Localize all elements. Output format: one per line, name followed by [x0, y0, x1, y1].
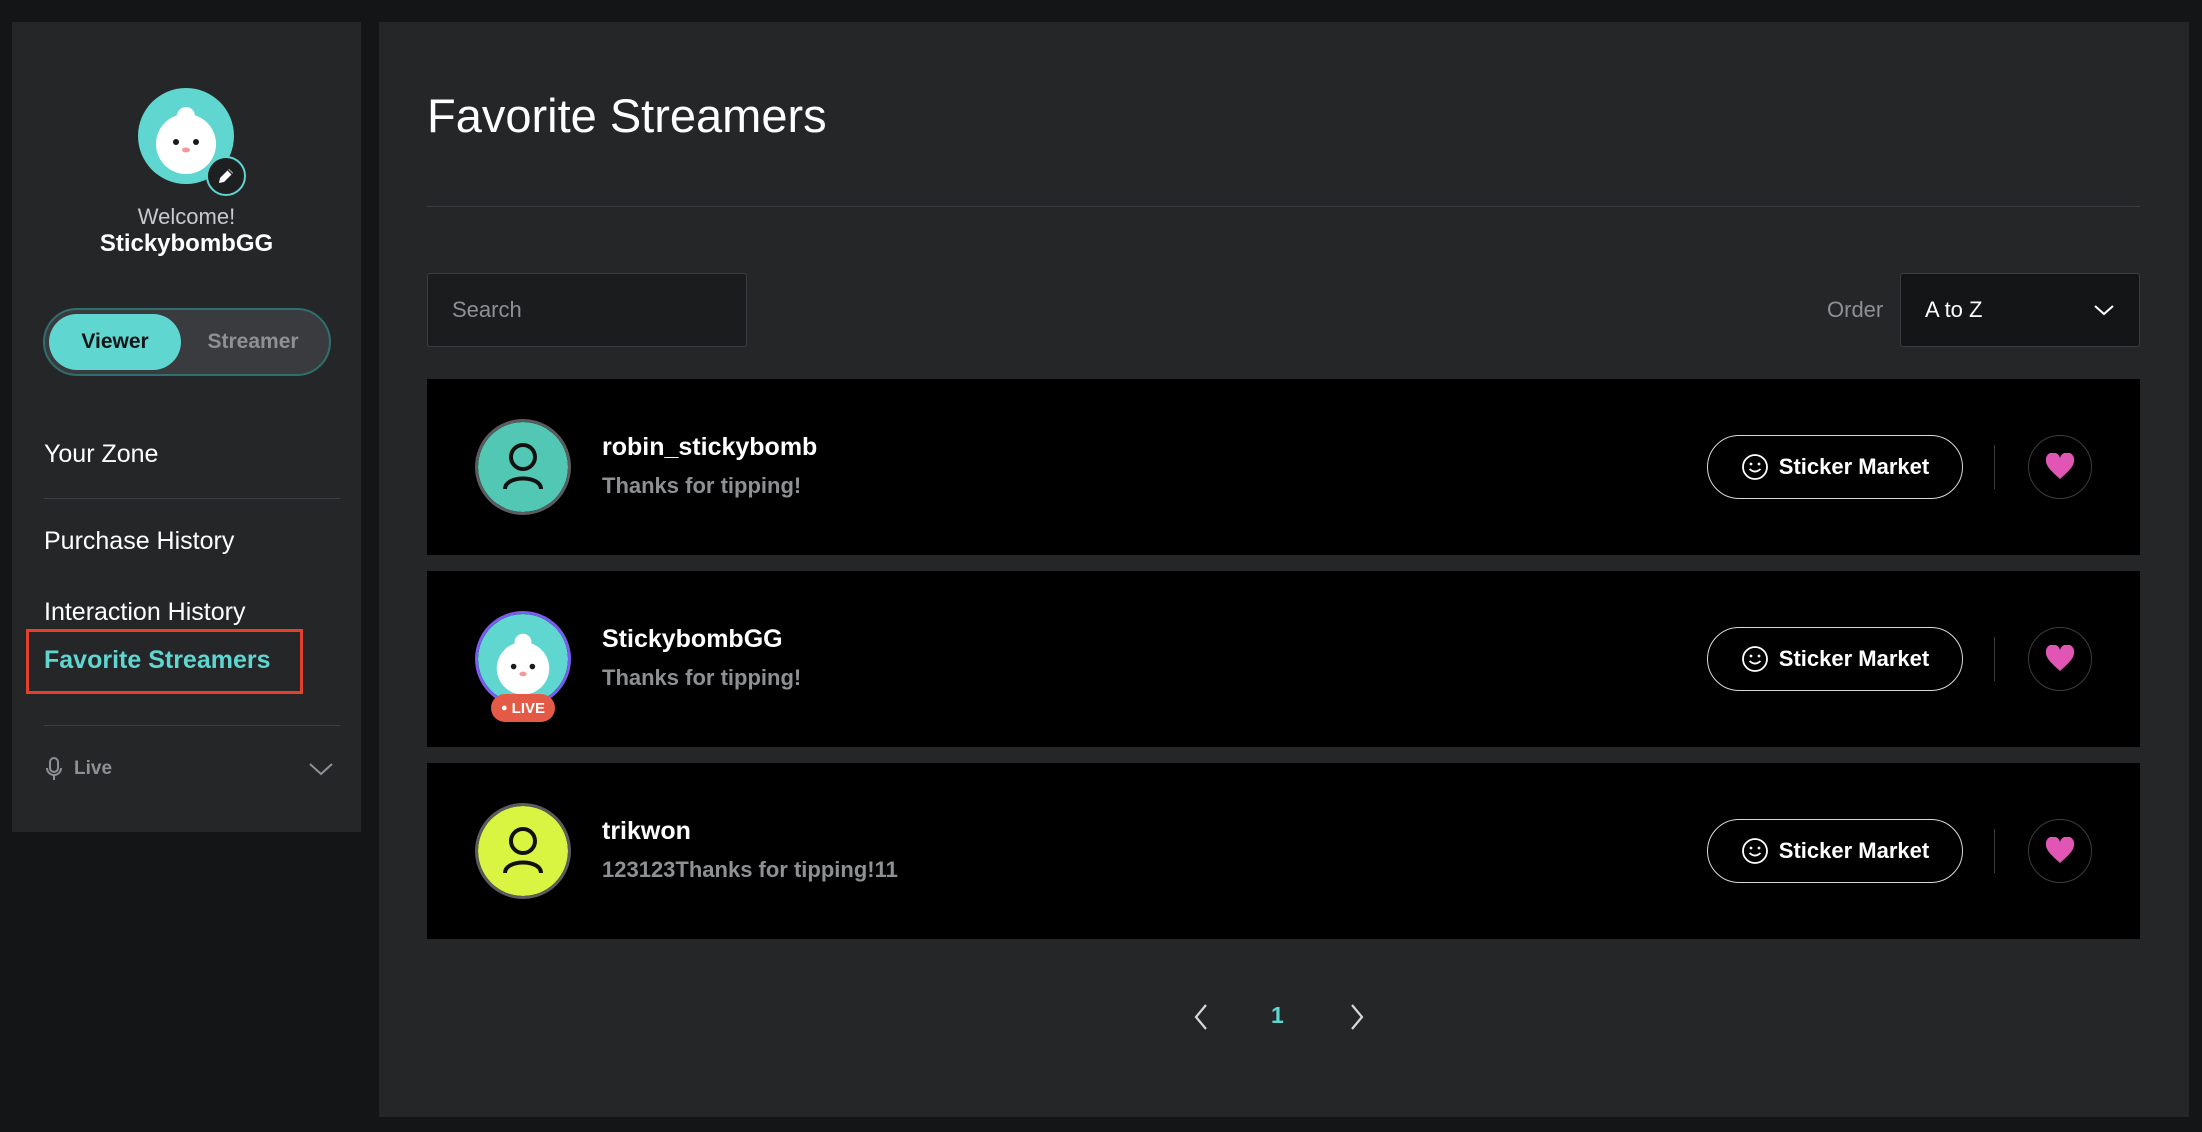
heart-icon — [2045, 453, 2075, 479]
live-section-toggle[interactable]: Live — [44, 754, 334, 784]
sticker-market-label: Sticker Market — [1778, 646, 1930, 671]
heart-icon — [2045, 645, 2075, 671]
streamer-message: Thanks for tipping! — [602, 665, 802, 690]
streamer-card[interactable]: robin_stickybomb Thanks for tipping! Sti… — [427, 379, 2140, 555]
smiley-icon — [1741, 838, 1768, 864]
live-badge-label: LIVE — [511, 699, 545, 717]
username: StickybombGG — [99, 230, 274, 257]
streamer-name[interactable]: trikwon — [602, 817, 691, 846]
sticker-market-button[interactable]: Sticker Market — [1707, 819, 1963, 883]
person-icon — [503, 443, 543, 490]
streamer-card[interactable]: ● LIVE StickybombGG Thanks for tipping! … — [427, 571, 2140, 747]
card-divider — [1994, 637, 1995, 681]
live-dot-icon: ● — [501, 702, 508, 714]
title-divider — [427, 206, 2140, 207]
nav-purchase-history[interactable]: Purchase History — [44, 527, 234, 556]
streamer-avatar[interactable] — [475, 611, 571, 707]
profile-avatar-wrap — [138, 88, 246, 196]
nav-favorite-streamers[interactable]: Favorite Streamers — [44, 646, 271, 675]
streamer-avatar[interactable] — [475, 419, 571, 515]
favorite-toggle-button[interactable] — [2028, 819, 2092, 883]
live-badge: ● LIVE — [491, 694, 555, 722]
nav-divider — [44, 725, 340, 726]
page-number[interactable]: 1 — [1271, 1002, 1284, 1029]
viewer-role-button[interactable]: Viewer — [49, 314, 182, 370]
heart-icon — [2045, 837, 2075, 863]
page-title: Favorite Streamers — [427, 89, 827, 142]
nav-divider — [44, 498, 340, 499]
favorite-toggle-button[interactable] — [2028, 435, 2092, 499]
sticker-market-label: Sticker Market — [1778, 454, 1930, 479]
microphone-icon — [46, 757, 62, 780]
live-section-label: Live — [74, 758, 113, 779]
chevron-left-icon[interactable] — [1192, 1002, 1210, 1032]
streamer-message: 123123Thanks for tipping!11 — [602, 857, 898, 882]
order-select[interactable]: A to Z — [1900, 273, 2140, 347]
sticker-market-button[interactable]: Sticker Market — [1707, 627, 1963, 691]
person-icon — [503, 827, 543, 874]
chevron-down-icon — [2094, 305, 2114, 316]
card-divider — [1994, 445, 1995, 489]
streamer-name[interactable]: robin_stickybomb — [602, 433, 817, 462]
role-toggle: Viewer Streamer — [43, 308, 331, 376]
edit-avatar-button[interactable] — [206, 156, 246, 196]
search-box — [427, 273, 747, 347]
streamer-role-button[interactable]: Streamer — [181, 314, 325, 370]
sidebar: Welcome! StickybombGG Viewer Streamer Yo… — [12, 22, 361, 832]
favorite-toggle-button[interactable] — [2028, 627, 2092, 691]
sticker-market-label: Sticker Market — [1778, 838, 1930, 863]
smiley-icon — [1741, 454, 1768, 480]
pencil-icon — [219, 169, 233, 183]
mascot-icon — [496, 633, 550, 695]
welcome-text: Welcome! — [137, 204, 236, 229]
pagination: 1 — [379, 996, 2189, 1036]
order-selected-value: A to Z — [1925, 297, 1983, 322]
sticker-market-button[interactable]: Sticker Market — [1707, 435, 1963, 499]
streamer-message: Thanks for tipping! — [602, 473, 802, 498]
nav-your-zone[interactable]: Your Zone — [44, 440, 158, 469]
chevron-right-icon[interactable] — [1348, 1002, 1366, 1032]
nav-interaction-history[interactable]: Interaction History — [44, 598, 245, 627]
streamer-card[interactable]: trikwon 123123Thanks for tipping!11 Stic… — [427, 763, 2140, 939]
card-divider — [1994, 829, 1995, 873]
main-panel: Favorite Streamers Order A to Z robin_st… — [379, 22, 2189, 1117]
order-label: Order — [1827, 297, 1884, 322]
smiley-icon — [1741, 646, 1768, 672]
search-input[interactable] — [452, 297, 740, 323]
streamer-name[interactable]: StickybombGG — [602, 625, 783, 654]
chevron-down-icon — [309, 763, 333, 776]
streamer-avatar[interactable] — [475, 803, 571, 899]
